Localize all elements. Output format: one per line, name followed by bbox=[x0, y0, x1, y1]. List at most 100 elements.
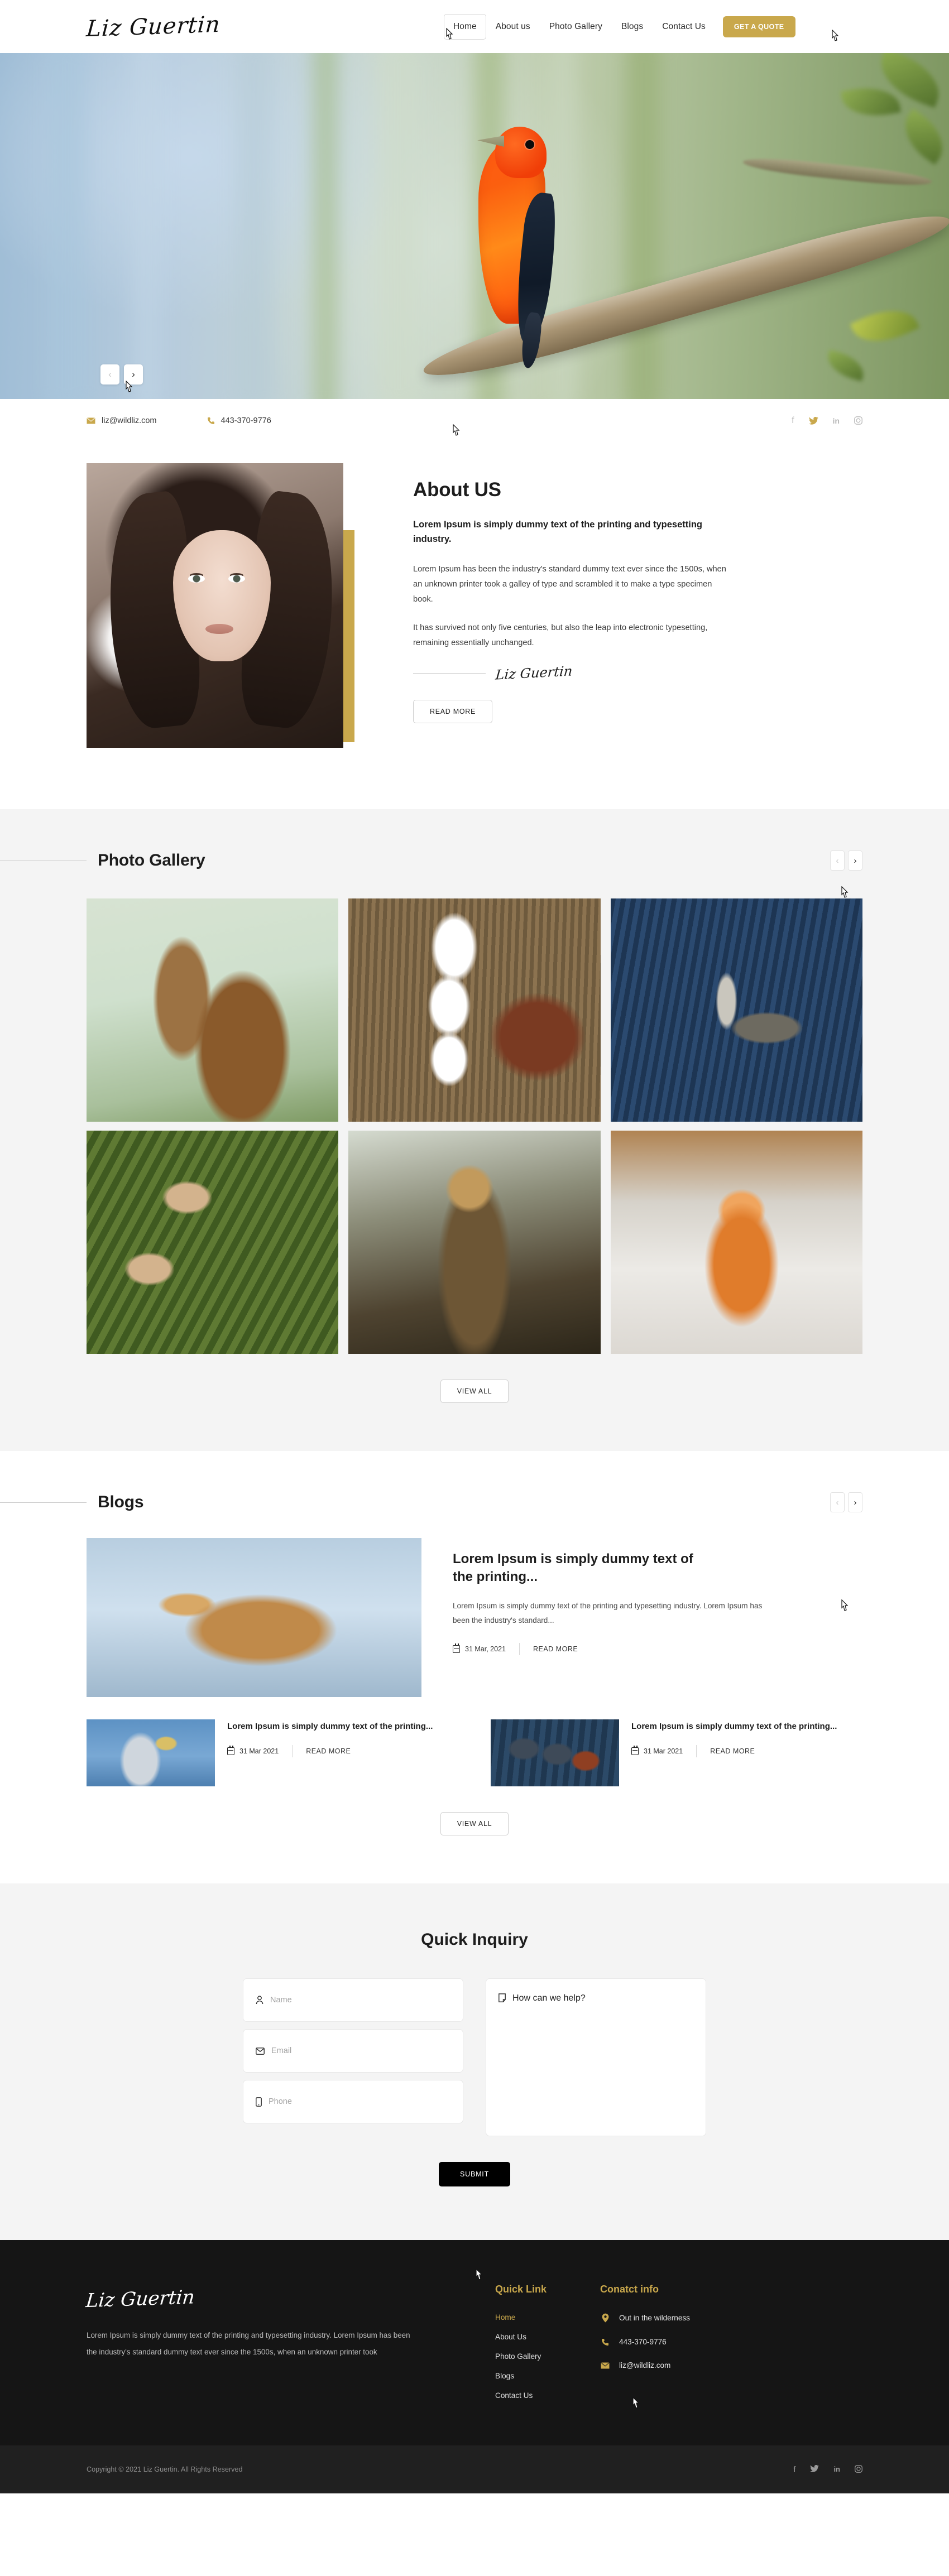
footer-phone[interactable]: 443-370-9776 bbox=[600, 2338, 690, 2346]
name-field[interactable]: Name bbox=[243, 1978, 463, 2022]
blog-card-body: Lorem Ipsum is simply dummy text of the … bbox=[227, 1719, 433, 1757]
page-root: Liz Guertin Home About us Photo Gallery … bbox=[0, 0, 949, 2493]
hero-carousel: ‹ › bbox=[0, 53, 949, 399]
gallery-view-all-button[interactable]: VIEW ALL bbox=[440, 1380, 509, 1403]
featured-blog-meta: 31 Mar, 2021 READ MORE bbox=[453, 1642, 765, 1655]
nav-item-blogs[interactable]: Blogs bbox=[612, 14, 653, 40]
blog-card-date-text: 31 Mar 2021 bbox=[644, 1747, 683, 1755]
contact-phone-text: 443-370-9776 bbox=[221, 416, 271, 425]
contact-phone[interactable]: 443-370-9776 bbox=[207, 416, 271, 425]
linkedin-icon[interactable]: in bbox=[833, 2465, 840, 2474]
email-field-placeholder: Email bbox=[271, 2046, 292, 2055]
featured-blog-image bbox=[87, 1538, 421, 1697]
about-text: About US Lorem Ipsum is simply dummy tex… bbox=[377, 463, 734, 748]
blogs-section: Blogs ‹ › Lorem Ipsum is simply dummy te… bbox=[0, 1451, 949, 1883]
nav-item-about-us[interactable]: About us bbox=[486, 14, 540, 40]
blog-card-date: 31 Mar 2021 bbox=[631, 1746, 696, 1755]
blog-card-read-more[interactable]: READ MORE bbox=[293, 1747, 351, 1755]
site-footer: Liz Guertin Lorem Ipsum is simply dummy … bbox=[0, 2240, 949, 2445]
nav-item-home[interactable]: Home bbox=[444, 13, 486, 40]
blog-card-image bbox=[87, 1719, 215, 1786]
twitter-icon[interactable] bbox=[810, 2464, 819, 2474]
mobile-phone-icon bbox=[256, 2097, 262, 2107]
calendar-icon bbox=[453, 1643, 460, 1653]
mouse-cursor-quote bbox=[832, 30, 839, 41]
featured-blog-body: Lorem Ipsum is simply dummy text of the … bbox=[453, 1538, 765, 1655]
nav-item-photo-gallery[interactable]: Photo Gallery bbox=[540, 14, 612, 40]
footer-link-photo-gallery[interactable]: Photo Gallery bbox=[495, 2352, 547, 2361]
envelope-icon bbox=[600, 2362, 610, 2369]
footer-link-contact-us[interactable]: Contact Us bbox=[495, 2391, 547, 2400]
inquiry-title: Quick Inquiry bbox=[421, 1930, 528, 1949]
phone-icon bbox=[207, 417, 215, 425]
about-read-more-button[interactable]: READ MORE bbox=[413, 700, 493, 724]
blogs-view-all-button[interactable]: VIEW ALL bbox=[440, 1812, 509, 1835]
gallery-prev-button[interactable]: ‹ bbox=[830, 850, 845, 871]
hero-prev-button[interactable]: ‹ bbox=[100, 364, 119, 385]
footer-email[interactable]: liz@wildliz.com bbox=[600, 2361, 690, 2370]
blog-card-harlequin[interactable]: Lorem Ipsum is simply dummy text of the … bbox=[491, 1719, 862, 1786]
linkedin-icon[interactable]: in bbox=[833, 416, 840, 425]
footer-address: Out in the wilderness bbox=[600, 2313, 690, 2323]
blogs-rule bbox=[0, 1502, 87, 1503]
hero-next-button[interactable]: › bbox=[124, 364, 143, 385]
blog-card-heading: Lorem Ipsum is simply dummy text of the … bbox=[227, 1722, 433, 1731]
email-field[interactable]: Email bbox=[243, 2029, 463, 2073]
submit-button[interactable]: SUBMIT bbox=[438, 2162, 511, 2186]
about-portrait-image bbox=[87, 463, 343, 748]
gallery-item-great-horned-owl[interactable] bbox=[348, 1131, 601, 1354]
blog-card-read-more[interactable]: READ MORE bbox=[697, 1747, 755, 1755]
blog-card-date-text: 31 Mar 2021 bbox=[239, 1747, 279, 1755]
gallery-title: Photo Gallery bbox=[98, 851, 205, 869]
gallery-carousel-controls: ‹ › bbox=[830, 850, 862, 871]
blogs-next-button[interactable]: › bbox=[848, 1492, 862, 1512]
gallery-item-red-fox[interactable] bbox=[610, 1131, 862, 1354]
inquiry-left-column: Name Email Phone bbox=[243, 1978, 463, 2136]
nav-item-contact-us[interactable]: Contact Us bbox=[653, 14, 715, 40]
about-section: About US Lorem Ipsum is simply dummy tex… bbox=[0, 442, 949, 809]
hero-bird-image bbox=[472, 114, 567, 369]
instagram-icon[interactable] bbox=[854, 416, 862, 425]
contact-bar: liz@wildliz.com 443-370-9776 f in bbox=[0, 399, 949, 442]
photo-gallery-section: Photo Gallery ‹ › VIEW ALL bbox=[0, 809, 949, 1451]
facebook-icon[interactable]: f bbox=[792, 416, 794, 426]
gallery-item-cedar-waxwings[interactable] bbox=[87, 1131, 339, 1354]
gallery-item-hooded-mergansers[interactable] bbox=[348, 898, 601, 1122]
inquiry-submit-row: SUBMIT bbox=[87, 2162, 862, 2186]
blog-card-image bbox=[491, 1719, 619, 1786]
blogs-prev-button[interactable]: ‹ bbox=[830, 1492, 845, 1512]
instagram-icon[interactable] bbox=[855, 2464, 862, 2474]
featured-blog-post[interactable]: Lorem Ipsum is simply dummy text of the … bbox=[87, 1538, 862, 1697]
logo-wordmark[interactable]: Liz Guertin bbox=[85, 11, 221, 41]
featured-blog-read-more[interactable]: READ MORE bbox=[520, 1645, 578, 1653]
footer-social-links: f in bbox=[793, 2464, 862, 2474]
gallery-header: Photo Gallery ‹ › bbox=[0, 850, 949, 871]
quick-inquiry-section: Quick Inquiry Name Email Phone How can w… bbox=[0, 1883, 949, 2280]
gallery-item-red-throated-loon[interactable] bbox=[610, 898, 862, 1122]
footer-logo-wordmark[interactable]: Liz Guertin bbox=[85, 2277, 445, 2312]
featured-blog-heading: Lorem Ipsum is simply dummy text of the … bbox=[453, 1551, 693, 1585]
user-icon bbox=[256, 1996, 263, 2005]
footer-quick-link-column: Quick Link Home About Us Photo Gallery B… bbox=[495, 2284, 547, 2411]
footer-link-blogs[interactable]: Blogs bbox=[495, 2372, 547, 2380]
twitter-icon[interactable] bbox=[808, 416, 818, 425]
blogs-header: Blogs ‹ › bbox=[0, 1492, 949, 1512]
blogs-title: Blogs bbox=[98, 1493, 144, 1511]
mouse-cursor-twitter bbox=[453, 424, 460, 436]
message-field[interactable]: How can we help? bbox=[486, 1978, 706, 2136]
phone-field[interactable]: Phone bbox=[243, 2080, 463, 2123]
signature-name: Liz Guertin bbox=[495, 663, 573, 683]
gallery-next-button[interactable]: › bbox=[848, 850, 862, 871]
footer-contact-title: Conatct info bbox=[600, 2284, 659, 2295]
calendar-icon bbox=[227, 1746, 234, 1755]
get-a-quote-button[interactable]: GET A QUOTE bbox=[722, 16, 795, 37]
name-field-placeholder: Name bbox=[270, 1996, 292, 2005]
blog-card-gull[interactable]: Lorem Ipsum is simply dummy text of the … bbox=[87, 1719, 458, 1786]
facebook-icon[interactable]: f bbox=[793, 2465, 795, 2474]
gallery-item-duck-flapping-wings[interactable] bbox=[87, 898, 339, 1122]
mouse-cursor-gallery bbox=[841, 886, 849, 898]
footer-about-column: Liz Guertin Lorem Ipsum is simply dummy … bbox=[85, 2284, 444, 2411]
footer-link-home[interactable]: Home bbox=[495, 2313, 547, 2322]
footer-link-about-us[interactable]: About Us bbox=[495, 2333, 547, 2341]
contact-email[interactable]: liz@wildliz.com bbox=[87, 416, 157, 425]
